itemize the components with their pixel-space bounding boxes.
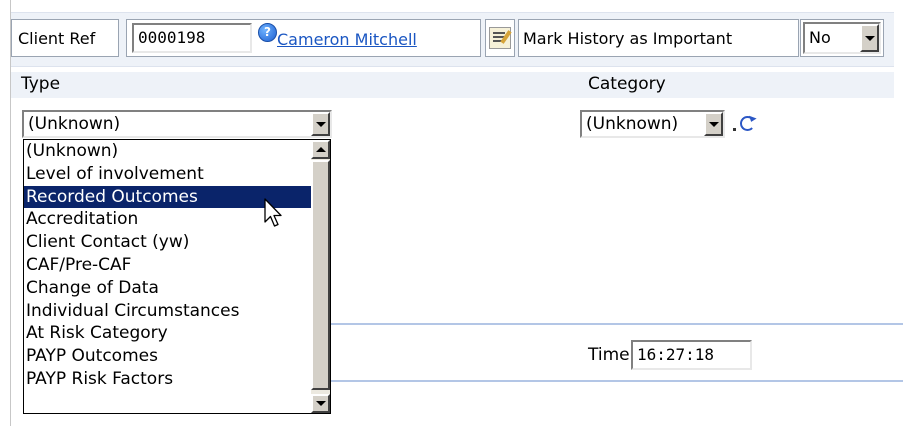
time-input[interactable]: 16:27:18 xyxy=(631,340,752,370)
type-option[interactable]: Client Contact (yw) xyxy=(24,231,311,254)
mark-history-label-box: Mark History as Important xyxy=(518,19,799,57)
client-toolbar: Client Ref 0000198 ? Cameron Mitchell Ma… xyxy=(11,12,894,67)
scroll-up-icon[interactable] xyxy=(311,140,330,159)
chevron-down-icon[interactable] xyxy=(311,112,330,136)
scroll-down-icon[interactable] xyxy=(311,394,330,413)
time-label: Time xyxy=(588,345,630,365)
category-select[interactable]: (Unknown) xyxy=(580,110,725,138)
client-ref-input[interactable]: 0000198 xyxy=(132,23,252,53)
type-label: Type xyxy=(21,74,61,94)
client-ref-label-box: Client Ref xyxy=(11,19,119,57)
dropdown-scrollbar[interactable] xyxy=(311,140,330,413)
chevron-down-icon[interactable] xyxy=(704,112,723,136)
info-icon[interactable]: ? xyxy=(258,23,277,42)
client-name-link[interactable]: Cameron Mitchell xyxy=(277,30,417,49)
refresh-icon[interactable] xyxy=(740,116,755,131)
type-dropdown-list[interactable]: (Unknown) Level of involvement Recorded Ou… xyxy=(23,139,331,414)
category-label: Category xyxy=(588,74,666,94)
type-option[interactable]: (Unknown) xyxy=(24,140,311,163)
type-select[interactable]: (Unknown) xyxy=(22,110,332,138)
edit-notes-button[interactable] xyxy=(485,19,515,57)
client-ref-box: 0000198 ? Cameron Mitchell xyxy=(126,19,481,57)
type-options: (Unknown) Level of involvement Recorded Ou… xyxy=(24,140,311,391)
separator-dot xyxy=(733,128,736,131)
type-option[interactable]: Level of involvement xyxy=(24,163,311,186)
type-option[interactable]: At Risk Category xyxy=(24,322,311,345)
edit-notes-icon xyxy=(489,27,511,49)
type-select-value: (Unknown) xyxy=(28,114,121,134)
type-option[interactable]: PAYP Outcomes xyxy=(24,345,311,368)
client-ref-label: Client Ref xyxy=(18,28,96,48)
category-select-value: (Unknown) xyxy=(586,114,679,134)
mark-history-select[interactable]: No xyxy=(803,22,881,54)
type-option[interactable]: Individual Circumstances xyxy=(24,300,311,323)
type-option[interactable]: CAF/Pre-CAF xyxy=(24,254,311,277)
field-header-row: Type Category xyxy=(11,72,894,98)
type-option[interactable]: PAYP Risk Factors xyxy=(24,368,311,391)
mark-history-box: No xyxy=(800,19,884,57)
mark-history-value: No xyxy=(809,28,831,47)
mark-history-label: Mark History as Important xyxy=(523,28,733,48)
mouse-cursor-icon xyxy=(264,198,282,227)
section-divider xyxy=(330,323,903,325)
section-divider xyxy=(330,380,903,382)
chevron-down-icon[interactable] xyxy=(860,24,879,52)
scrollbar-thumb[interactable] xyxy=(311,160,330,390)
type-option[interactable]: Change of Data xyxy=(24,277,311,300)
